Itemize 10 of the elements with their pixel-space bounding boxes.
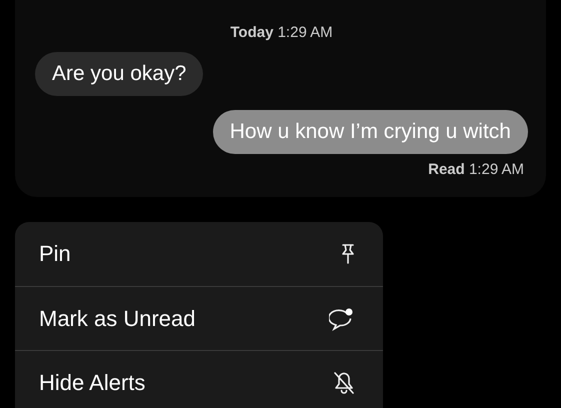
menu-item[interactable]: Mark as Unread — [15, 286, 383, 350]
timestamp: Today 1:29 AM — [230, 24, 333, 41]
sent-message-bubble: How u know I’m crying u witch — [212, 110, 528, 154]
bell-slash-icon — [333, 370, 355, 394]
speech-bubble-dot-icon — [329, 306, 355, 330]
received-message-bubble: Are you okay? — [35, 52, 204, 96]
read-receipt: Read 1:29 AM — [428, 161, 524, 178]
pin-icon — [341, 244, 355, 264]
menu-item[interactable]: Hide Alerts — [15, 350, 383, 408]
menu-item[interactable]: Pin — [15, 222, 383, 286]
